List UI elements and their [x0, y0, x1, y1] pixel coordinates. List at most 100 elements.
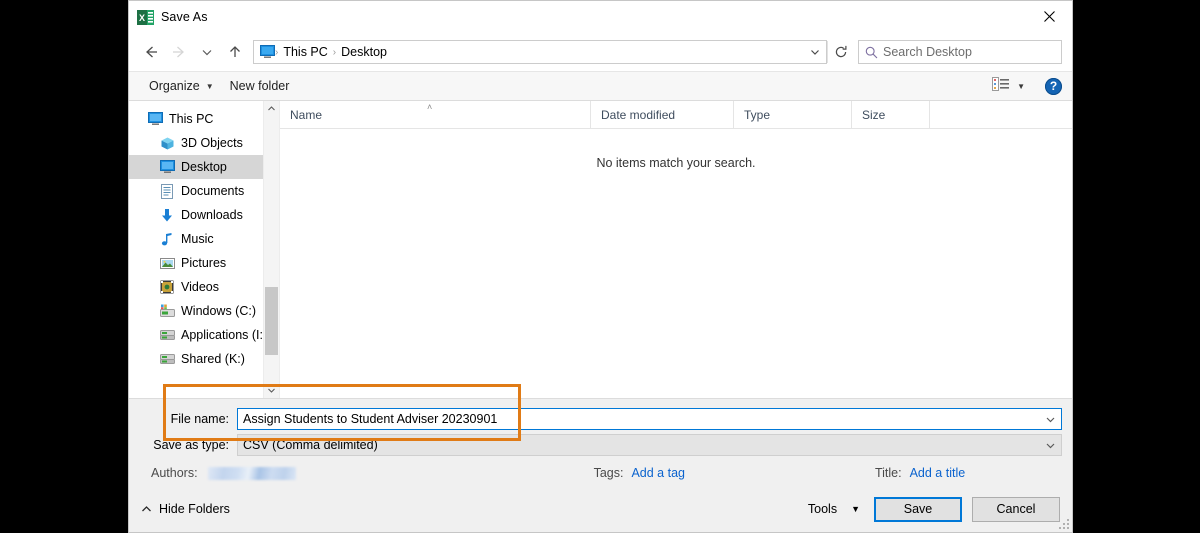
chevron-down-icon[interactable] [1039, 440, 1061, 451]
help-button[interactable]: ? [1045, 77, 1062, 95]
title-bar: X Save As [129, 1, 1072, 33]
sidebar-item-windows-c[interactable]: Windows (C:) [129, 299, 263, 323]
navigation-pane: This PC 3D Objects Desktop Documents Dow… [129, 101, 263, 398]
chevron-down-icon[interactable] [1039, 414, 1061, 425]
view-mode-button[interactable]: ▼ [986, 76, 1031, 96]
sidebar-item-label: Applications (I:) [181, 328, 263, 342]
this-pc-icon [259, 44, 275, 60]
sidebar-item-label: Windows (C:) [181, 304, 257, 318]
file-list-pane: Name Date modified Type Size ˄ No items … [279, 101, 1072, 398]
save-button[interactable]: Save [874, 496, 962, 522]
title-label: Title: [874, 466, 902, 480]
search-box[interactable]: Search Desktop [858, 40, 1062, 64]
excel-icon: X [135, 7, 155, 27]
local-disk-icon [159, 303, 175, 319]
refresh-icon[interactable] [827, 41, 854, 63]
file-list-header: Name Date modified Type Size ˄ [280, 101, 1072, 129]
empty-list-message: No items match your search. [596, 156, 756, 170]
navigation-pane-scrollbar[interactable] [263, 101, 279, 398]
add-a-title-link[interactable]: Add a title [910, 466, 966, 480]
sidebar-item-label: Desktop [181, 160, 227, 174]
file-name-input[interactable]: Assign Students to Student Adviser 20230… [238, 412, 1039, 426]
address-bar[interactable]: › This PC › Desktop [253, 40, 827, 64]
tags-label: Tags: [593, 466, 624, 480]
search-input[interactable]: Search Desktop [883, 45, 972, 59]
navigation-bar: › This PC › Desktop Search Desktop [129, 33, 1072, 71]
chevron-up-icon [141, 502, 152, 516]
tools-label: Tools [807, 502, 838, 516]
save-as-type-value: CSV (Comma delimited) [243, 438, 378, 452]
add-a-tag-link[interactable]: Add a tag [631, 466, 685, 480]
dialog-body: This PC 3D Objects Desktop Documents Dow… [129, 101, 1072, 398]
pictures-icon [159, 255, 175, 271]
chevron-down-icon: ▼ [205, 81, 214, 91]
file-name-combobox[interactable]: Assign Students to Student Adviser 20230… [237, 408, 1062, 430]
sidebar-item-pictures[interactable]: Pictures [129, 251, 263, 275]
save-as-dialog: X Save As › This PC › Desktop Search Des… [128, 0, 1073, 533]
breadcrumb-desktop[interactable]: Desktop [336, 45, 392, 59]
column-header-name[interactable]: Name [280, 101, 591, 128]
sidebar-item-downloads[interactable]: Downloads [129, 203, 263, 227]
chevron-down-icon: ▼ [851, 504, 860, 514]
documents-icon [159, 183, 175, 199]
svg-text:X: X [139, 13, 145, 23]
authors-label: Authors: [151, 466, 198, 480]
music-icon [159, 231, 175, 247]
tools-button[interactable]: Tools ▼ [808, 502, 860, 516]
sidebar-item-label: This PC [169, 112, 214, 126]
close-button[interactable] [1026, 1, 1072, 32]
sidebar-item-applications-i[interactable]: Applications (I:) [129, 323, 263, 347]
sidebar-item-music[interactable]: Music [129, 227, 263, 251]
new-folder-label: New folder [229, 79, 290, 93]
sidebar-item-label: Shared (K:) [181, 352, 245, 366]
file-name-row: File name: Assign Students to Student Ad… [139, 408, 1062, 430]
sidebar-item-documents[interactable]: Documents [129, 179, 263, 203]
this-pc-icon [147, 111, 163, 127]
back-arrow-icon[interactable] [137, 38, 165, 66]
organize-button[interactable]: Organize ▼ [141, 76, 222, 96]
screenshot-stage: X Save As › This PC › Desktop Search Des… [0, 0, 1200, 533]
sidebar-item-desktop[interactable]: Desktop [129, 155, 263, 179]
scroll-down-icon[interactable] [264, 383, 279, 398]
chevron-down-icon[interactable] [804, 41, 826, 63]
sidebar-item-label: Music [181, 232, 214, 246]
search-icon [859, 46, 883, 59]
sort-ascending-icon: ˄ [427, 102, 433, 112]
network-drive-icon [159, 327, 175, 343]
authors-value-redacted [207, 466, 296, 480]
downloads-icon [159, 207, 175, 223]
sidebar-item-shared-k[interactable]: Shared (K:) [129, 347, 263, 371]
sidebar-item-label: Pictures [181, 256, 227, 270]
sidebar-item-label: 3D Objects [181, 136, 243, 150]
document-metadata-row: Authors: Tags: Add a tag Title: Add a ti… [139, 460, 1062, 486]
videos-icon [159, 279, 175, 295]
window-title: Save As [161, 10, 208, 24]
cancel-button[interactable]: Cancel [972, 496, 1060, 522]
column-header-type[interactable]: Type [734, 101, 852, 128]
breadcrumb-this-pc[interactable]: This PC [278, 45, 332, 59]
column-header-date-modified[interactable]: Date modified [591, 101, 734, 128]
resize-grip-icon[interactable] [1059, 519, 1069, 529]
view-layout-icon [992, 76, 1010, 96]
hide-folders-label: Hide Folders [159, 502, 230, 516]
new-folder-button[interactable]: New folder [222, 76, 298, 96]
save-as-type-combobox[interactable]: CSV (Comma delimited) [237, 434, 1062, 456]
save-form-area: File name: Assign Students to Student Ad… [129, 398, 1072, 486]
column-header-size[interactable]: Size [852, 101, 930, 128]
scrollbar-thumb[interactable] [265, 287, 278, 355]
desktop-icon [159, 159, 175, 175]
chevron-down-icon: ▼ [1017, 81, 1025, 91]
organize-label: Organize [149, 79, 200, 93]
hide-folders-button[interactable]: Hide Folders [141, 502, 230, 516]
save-as-type-row: Save as type: CSV (Comma delimited) [139, 434, 1062, 456]
scroll-up-icon[interactable] [264, 101, 279, 116]
forward-arrow-icon[interactable] [165, 38, 193, 66]
dialog-footer: Hide Folders Tools ▼ Save Cancel [129, 486, 1072, 532]
up-arrow-icon[interactable] [221, 38, 249, 66]
sidebar-item-3d-objects[interactable]: 3D Objects [129, 131, 263, 155]
sidebar-item-videos[interactable]: Videos [129, 275, 263, 299]
sidebar-item-this-pc[interactable]: This PC [129, 107, 263, 131]
save-as-type-label: Save as type: [153, 438, 229, 452]
command-bar: Organize ▼ New folder ▼ ? [129, 71, 1072, 101]
recent-locations-icon[interactable] [193, 38, 221, 66]
